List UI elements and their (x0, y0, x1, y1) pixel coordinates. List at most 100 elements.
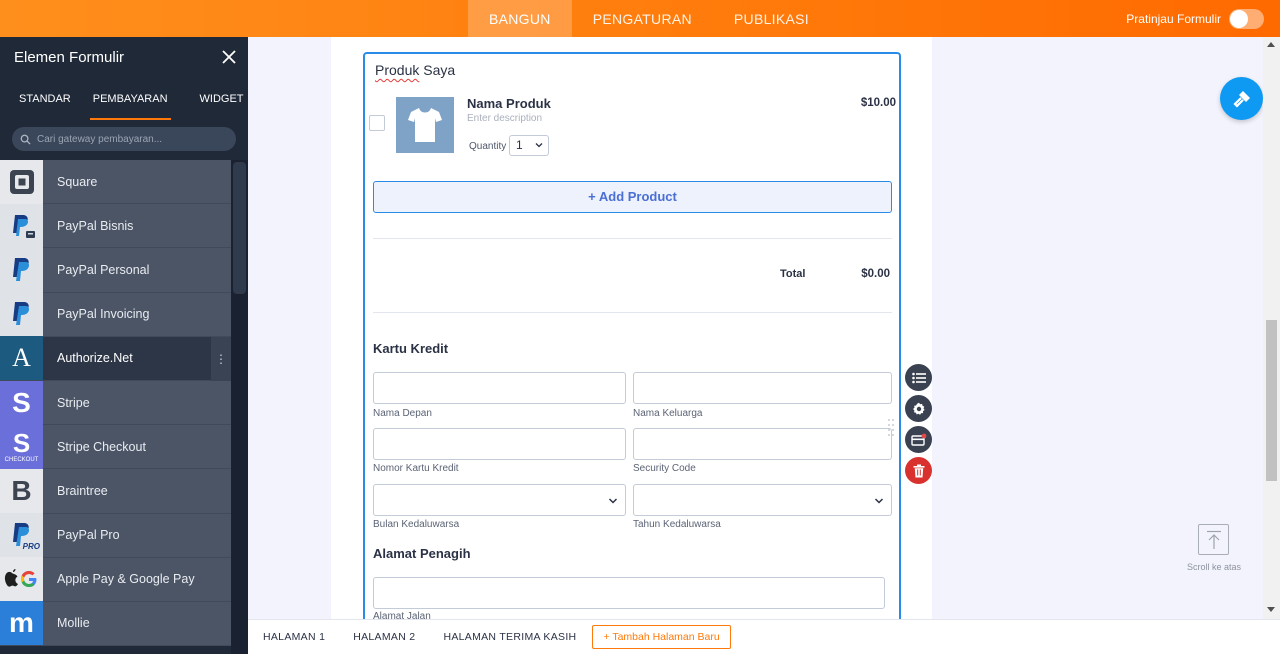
sidebar-item-label: PayPal Pro (57, 528, 120, 543)
tab-build[interactable]: BANGUN (468, 0, 572, 37)
sidebar-item-paypal-invoicing[interactable]: PayPal Invoicing (0, 292, 231, 337)
apple-google-pay-icon (0, 557, 43, 602)
tab-widgets[interactable]: WIDGET (189, 77, 255, 121)
form-elements-sidebar: Elemen Formulir STANDAR PEMBAYARAN WIDGE… (0, 37, 248, 654)
paypal-icon (0, 247, 43, 292)
gateway-search-input[interactable]: Cari gateway pembayaran... (12, 127, 236, 151)
sidebar-scroll-thumb[interactable] (233, 162, 246, 294)
sidebar-item-label: Stripe Checkout (57, 439, 146, 454)
mollie-icon: m (0, 601, 43, 646)
sidebar-item-apple-google-pay[interactable]: Apple Pay & Google Pay (0, 557, 231, 602)
product-price: $10.00 (860, 97, 896, 109)
more-options-icon[interactable]: ⋮ (211, 336, 231, 381)
sidebar-item-stripe[interactable]: S Stripe (0, 380, 231, 426)
payment-settings-button[interactable] (905, 426, 932, 453)
product-title-word: Produk (375, 62, 420, 78)
element-properties-button[interactable] (905, 364, 932, 391)
total-value: $0.00 (861, 268, 890, 280)
security-code-label: Security Code (633, 463, 696, 474)
close-icon[interactable] (222, 47, 236, 67)
sidebar-item-label: Authorize.Net (57, 351, 133, 366)
last-name-field[interactable] (633, 372, 892, 404)
sidebar-item-authorize-net[interactable]: A Authorize.Net ⋮ (0, 336, 231, 381)
sidebar-item-stripe-checkout[interactable]: S CHECKOUT Stripe Checkout (0, 424, 231, 470)
sidebar-item-paypal-pro[interactable]: PRO PayPal Pro (0, 513, 231, 558)
gear-icon (912, 402, 925, 415)
sidebar-header: Elemen Formulir (0, 37, 248, 77)
divider (373, 238, 892, 239)
trash-icon (913, 464, 924, 477)
paypal-icon (0, 292, 43, 337)
authorize-net-icon: A (0, 336, 43, 381)
quantity-select[interactable]: 1 (509, 135, 549, 156)
payment-card-icon (910, 433, 926, 446)
tab-settings[interactable]: PENGATURAN (572, 0, 713, 37)
tab-payments[interactable]: PEMBAYARAN (82, 77, 179, 121)
stripe-glyph: S (12, 386, 31, 418)
sidebar-item-label: PayPal Personal (57, 262, 150, 277)
sidebar-title: Elemen Formulir (14, 48, 125, 66)
product-section-title[interactable]: Produk Saya (375, 62, 455, 78)
square-logo-icon (0, 159, 43, 204)
card-number-label: Nomor Kartu Kredit (373, 463, 459, 474)
sidebar-item-label: PayPal Invoicing (57, 307, 150, 322)
tshirt-icon (408, 108, 442, 142)
sidebar-item-paypal-business[interactable]: PayPal Bisnis (0, 203, 231, 249)
add-product-button[interactable]: + Add Product (373, 181, 892, 213)
quantity-label: Quantity (469, 141, 507, 152)
sidebar-item-label: PayPal Bisnis (57, 218, 134, 233)
product-checkbox[interactable] (369, 115, 385, 131)
scroll-up-arrow-icon[interactable] (1267, 41, 1275, 47)
braintree-icon: B (0, 468, 43, 513)
pro-text: PRO (22, 542, 40, 552)
page-tab-thank-you[interactable]: HALAMAN TERIMA KASIH (429, 631, 590, 643)
paypal-pro-icon: PRO (0, 513, 43, 558)
expiry-month-label: Bulan Kedaluwarsa (373, 519, 460, 530)
page-scroll-thumb[interactable] (1266, 320, 1277, 481)
sidebar-item-square[interactable]: Square (0, 159, 231, 205)
sidebar-item-braintree[interactable]: B Braintree (0, 468, 231, 514)
product-image (396, 97, 454, 153)
chevron-down-icon (608, 498, 618, 504)
arrow-up-icon (1206, 530, 1221, 549)
product-description: Enter description (467, 113, 543, 124)
scroll-top-label: Scroll ke atas (1186, 562, 1242, 572)
page-tab-1[interactable]: HALAMAN 1 (248, 631, 339, 643)
sidebar-scrollbar[interactable] (231, 160, 248, 654)
divider (373, 312, 892, 313)
chevron-down-icon (535, 143, 543, 148)
card-number-field[interactable] (373, 428, 626, 460)
payment-form-element[interactable]: Produk Saya Nama Produk Enter descriptio… (363, 52, 901, 632)
form-designer-button[interactable] (1220, 77, 1263, 120)
delete-element-button[interactable] (905, 457, 932, 484)
sidebar-item-label: Square (57, 174, 98, 189)
drag-handle-icon[interactable] (887, 418, 895, 436)
first-name-field[interactable] (373, 372, 626, 404)
sidebar-item-mollie[interactable]: m Mollie (0, 601, 231, 647)
search-placeholder: Cari gateway pembayaran... (37, 133, 163, 145)
last-name-label: Nama Keluarga (633, 408, 703, 419)
stripe-checkout-icon: S CHECKOUT (0, 424, 43, 469)
expiry-year-select[interactable] (633, 484, 892, 516)
street-address-field[interactable] (373, 577, 885, 609)
scroll-top-button[interactable] (1198, 524, 1229, 555)
checkout-text: CHECKOUT (4, 456, 39, 463)
element-settings-button[interactable] (905, 395, 932, 422)
expiry-year-label: Tahun Kedaluwarsa (633, 519, 721, 530)
credit-card-title: Kartu Kredit (373, 341, 449, 356)
tab-standard[interactable]: STANDAR (8, 77, 82, 121)
tab-publish[interactable]: PUBLIKASI (713, 0, 830, 37)
add-new-page-button[interactable]: + Tambah Halaman Baru (592, 625, 731, 649)
page-scrollbar[interactable] (1263, 37, 1280, 619)
chevron-down-icon (874, 498, 884, 504)
scroll-down-arrow-icon[interactable] (1267, 607, 1275, 613)
top-bar: BANGUN PENGATURAN PUBLIKASI Pratinjau Fo… (0, 0, 1280, 37)
security-code-field[interactable] (633, 428, 892, 460)
toggle-knob (1230, 10, 1248, 28)
form-preview-toggle[interactable] (1229, 9, 1264, 29)
sidebar-item-paypal-personal[interactable]: PayPal Personal (0, 247, 231, 293)
product-title-rest: Saya (419, 62, 456, 78)
page-tab-2[interactable]: HALAMAN 2 (339, 631, 429, 643)
braintree-glyph: B (11, 474, 32, 506)
expiry-month-select[interactable] (373, 484, 626, 516)
